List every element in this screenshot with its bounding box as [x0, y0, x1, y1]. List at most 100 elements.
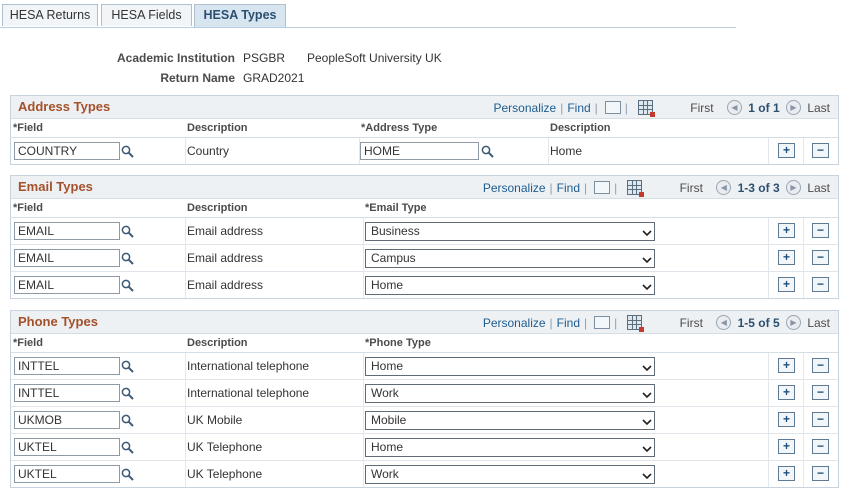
find-link[interactable]: Find [567, 101, 590, 115]
first-label[interactable]: First [680, 316, 703, 330]
field-input[interactable]: UKTEL [14, 465, 120, 483]
delete-row-button[interactable]: − [812, 412, 829, 427]
field-input[interactable]: INTTEL [14, 384, 120, 402]
institution-code: PSGBR [243, 51, 286, 65]
field-input[interactable]: EMAIL [14, 276, 120, 294]
first-label[interactable]: First [680, 181, 703, 195]
table-row: COUNTRY Country HOME Home + − [11, 138, 838, 164]
table-row: INTTEL International telephone Home + − [11, 353, 838, 380]
type-select[interactable]: Campus [365, 249, 655, 268]
add-row-button[interactable]: + [778, 277, 795, 292]
add-row-button[interactable]: + [778, 439, 795, 454]
delete-row-button[interactable]: − [812, 277, 829, 292]
type-select-value: Home [371, 359, 404, 373]
next-icon[interactable]: ▶ [785, 100, 801, 116]
first-label[interactable]: First [690, 101, 713, 115]
view-all-icon[interactable] [594, 181, 611, 195]
col-description: Description [187, 337, 248, 349]
field-description: International telephone [187, 359, 310, 373]
delete-row-button[interactable]: − [812, 466, 829, 481]
type-select[interactable]: Mobile [365, 411, 655, 430]
grid-nav: Personalize | Find | | First ◀ 1-5 of 5 ▶ La… [482, 315, 830, 333]
add-row-button[interactable]: + [778, 250, 795, 265]
lookup-search-icon[interactable] [121, 441, 134, 454]
next-icon[interactable]: ▶ [785, 180, 801, 196]
view-all-icon[interactable] [604, 101, 621, 115]
add-row-button[interactable]: + [778, 385, 795, 400]
type-select[interactable]: Business [365, 222, 655, 241]
col-description: Description [187, 122, 248, 134]
view-all-icon[interactable] [594, 316, 611, 330]
type-select-value: Work [371, 467, 399, 481]
type-select[interactable]: Work [365, 384, 655, 403]
last-label[interactable]: Last [807, 181, 830, 195]
delete-row-button[interactable]: − [812, 250, 829, 265]
download-excel-icon[interactable] [637, 100, 655, 118]
delete-row-button[interactable]: − [812, 439, 829, 454]
field-input[interactable]: EMAIL [14, 222, 120, 240]
tab-hesa-fields[interactable]: HESA Fields [101, 4, 192, 26]
next-icon[interactable]: ▶ [785, 315, 801, 331]
find-link[interactable]: Find [557, 181, 580, 195]
last-label[interactable]: Last [807, 316, 830, 330]
col-field: *Field [13, 337, 43, 349]
type-select[interactable]: Work [365, 465, 655, 484]
download-excel-icon[interactable] [627, 315, 645, 333]
tab-hesa-returns[interactable]: HESA Returns [2, 4, 98, 26]
lookup-search-icon[interactable] [121, 360, 134, 373]
add-row-button[interactable]: + [778, 412, 795, 427]
field-description: UK Telephone [187, 467, 263, 481]
grid-header: Email Types Personalize | Find | | First ◀ 1… [11, 176, 838, 199]
field-input[interactable]: UKMOB [14, 411, 120, 429]
type-select[interactable]: Home [365, 276, 655, 295]
table-row: EMAIL Email address Business + − [11, 218, 838, 245]
lookup-search-icon[interactable] [121, 414, 134, 427]
lookup-search-icon[interactable] [121, 387, 134, 400]
lookup-search-icon[interactable] [121, 279, 134, 292]
field-description: Email address [187, 278, 264, 292]
phone-rows: INTTEL International telephone Home + − INTTE… [11, 353, 838, 487]
previous-icon[interactable]: ◀ [716, 180, 732, 196]
col-phone-type: *Phone Type [365, 337, 431, 349]
field-input[interactable]: UKTEL [14, 438, 120, 456]
personalize-link[interactable]: Personalize [483, 181, 546, 195]
grid-nav: Personalize | Find | | First ◀ 1 of 1 ▶ Last [493, 100, 830, 118]
delete-row-button[interactable]: − [812, 358, 829, 373]
delete-row-button[interactable]: − [812, 223, 829, 238]
row-count: 1-5 of 5 [737, 315, 780, 330]
lookup-search-icon[interactable] [481, 145, 494, 158]
institution-name: PeopleSoft University UK [307, 51, 442, 65]
grid-nav: Personalize | Find | | First ◀ 1-3 of 3 ▶ La… [482, 180, 830, 198]
field-input[interactable]: COUNTRY [14, 142, 120, 160]
type-select[interactable]: Home [365, 438, 655, 457]
row-count: 1-3 of 3 [737, 180, 780, 195]
lookup-search-icon[interactable] [121, 252, 134, 265]
add-row-button[interactable]: + [778, 358, 795, 373]
field-description: UK Telephone [187, 440, 263, 454]
add-row-button[interactable]: + [778, 466, 795, 481]
last-label[interactable]: Last [807, 101, 830, 115]
field-input[interactable]: EMAIL [14, 249, 120, 267]
address-type-input[interactable]: HOME [360, 142, 479, 160]
delete-row-button[interactable]: − [812, 385, 829, 400]
field-input[interactable]: INTTEL [14, 357, 120, 375]
find-link[interactable]: Find [557, 316, 580, 330]
lookup-search-icon[interactable] [121, 225, 134, 238]
type-select[interactable]: Home [365, 357, 655, 376]
lookup-search-icon[interactable] [121, 468, 134, 481]
chevron-down-icon [642, 441, 652, 453]
previous-icon[interactable]: ◀ [726, 100, 742, 116]
col-type-description: Description [550, 122, 611, 134]
personalize-link[interactable]: Personalize [483, 316, 546, 330]
add-row-button[interactable]: + [778, 223, 795, 238]
column-headers: *Field Description *Phone Type [11, 334, 838, 353]
personalize-link[interactable]: Personalize [494, 101, 557, 115]
download-excel-icon[interactable] [627, 180, 645, 198]
email-rows: EMAIL Email address Business + − EMAIL Email a… [11, 218, 838, 298]
lookup-search-icon[interactable] [121, 145, 134, 158]
add-row-button[interactable]: + [778, 143, 795, 158]
address-types-grid: Address Types Personalize | Find | | First ◀… [10, 95, 839, 165]
tab-hesa-types[interactable]: HESA Types [194, 4, 286, 27]
delete-row-button[interactable]: − [812, 143, 829, 158]
previous-icon[interactable]: ◀ [716, 315, 732, 331]
